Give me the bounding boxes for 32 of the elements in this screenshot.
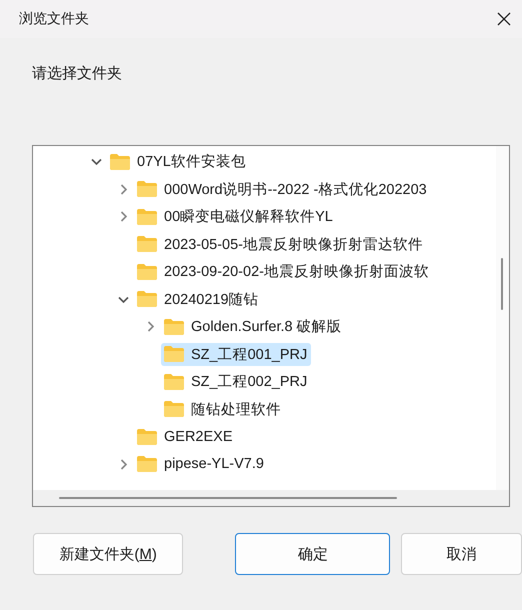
folder-item[interactable]: 随钻处理软件 xyxy=(161,398,285,421)
folder-item[interactable]: Golden.Surfer.8 破解版 xyxy=(161,315,346,338)
folder-item[interactable]: 00瞬变电磁仪解释软件YL xyxy=(134,205,337,228)
folder-icon xyxy=(163,400,185,418)
dialog-button[interactable]: 新建文件夹(M) xyxy=(33,533,184,575)
window-title: 浏览文件夹 xyxy=(19,10,89,28)
prompt-text: 请选择文件夹 xyxy=(32,64,122,83)
dialog-button[interactable]: 确定 xyxy=(235,533,390,575)
dialog-button[interactable]: 取消 xyxy=(401,533,522,575)
folder-item[interactable]: GER2EXE xyxy=(134,426,236,448)
chevron-icon[interactable] xyxy=(90,156,102,168)
folder-item[interactable]: SZ_工程001_PRJ xyxy=(161,342,312,366)
folder-icon xyxy=(163,345,185,364)
folder-item[interactable]: 2023-09-20-02-地震反射映像折射面波软 xyxy=(134,260,433,284)
folder-icon xyxy=(136,208,158,226)
folder-item[interactable]: SZ_工程002_PRJ xyxy=(161,370,312,394)
folder-item[interactable]: 000Word说明书--2022 -格式优化202203 xyxy=(134,178,431,201)
folder-item[interactable]: 20240219随钻 xyxy=(134,288,263,311)
folder-icon xyxy=(136,262,158,281)
folder-icon xyxy=(136,455,158,474)
vertical-scrollbar[interactable] xyxy=(496,146,509,490)
folder-icon xyxy=(136,290,158,308)
folder-icon xyxy=(136,180,158,198)
folder-icon xyxy=(163,318,185,336)
folder-icon xyxy=(109,152,131,171)
folder-item[interactable]: 2023-05-05-地震反射映像折射雷达软件 xyxy=(134,232,427,256)
folder-icon xyxy=(136,428,158,446)
folder-icon xyxy=(136,235,158,254)
horizontal-scrollbar[interactable] xyxy=(33,490,509,506)
folder-item[interactable]: pipese-YL-V7.9 xyxy=(134,453,268,476)
folder-icon xyxy=(163,372,185,391)
folder-item[interactable]: 07YL软件安装包 xyxy=(107,150,250,174)
